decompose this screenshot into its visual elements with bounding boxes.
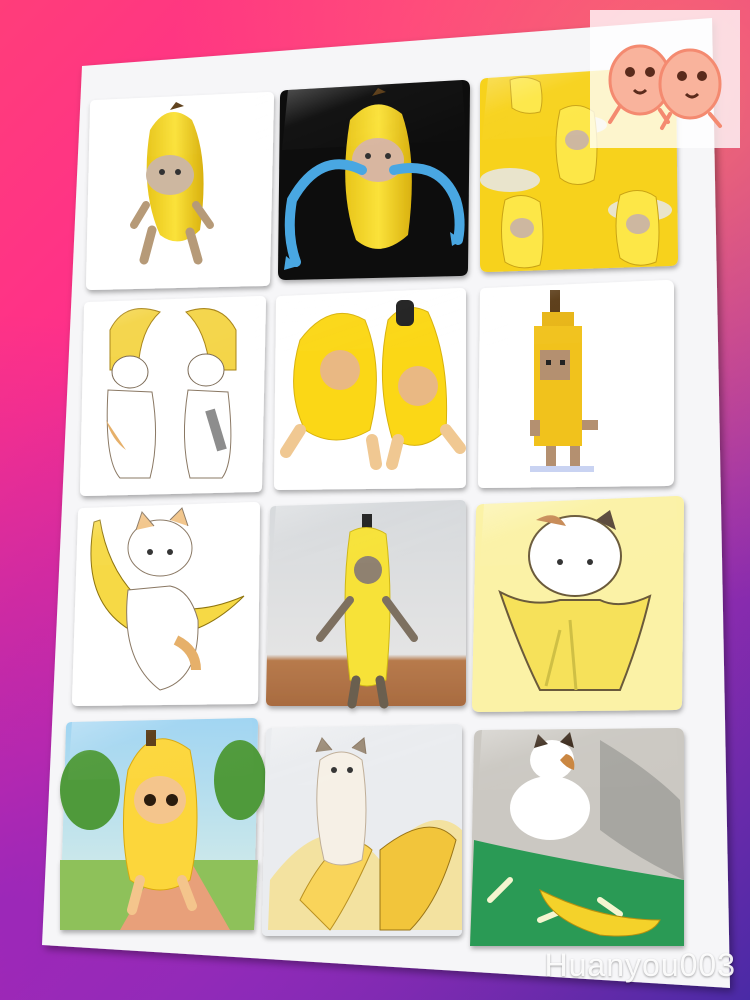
brand-logo-badge	[590, 10, 740, 148]
brand-logo-icon	[608, 44, 722, 130]
sticker-sheet	[0, 0, 750, 1000]
watermark-text: Huanyou003	[544, 947, 736, 983]
